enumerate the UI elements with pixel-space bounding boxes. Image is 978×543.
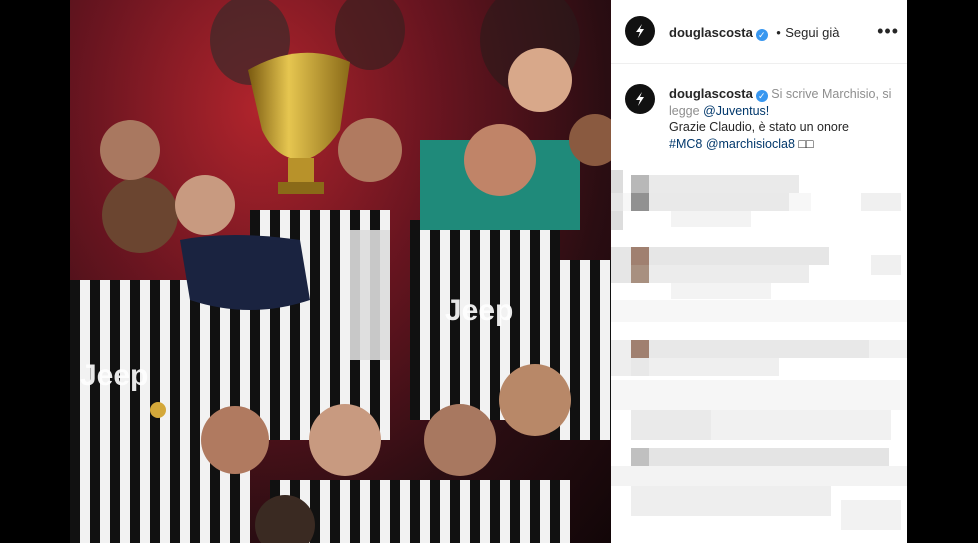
blur-block [631, 175, 649, 193]
lightning-logo-icon [636, 24, 644, 38]
header-username[interactable]: douglascosta [669, 25, 753, 40]
blur-block [649, 247, 829, 265]
blur-block [631, 247, 649, 265]
blur-block [631, 486, 831, 516]
hashtag-mc8[interactable]: #MC8 [669, 137, 702, 151]
blur-block [649, 175, 799, 193]
blur-block [631, 448, 649, 466]
blur-block [671, 283, 771, 299]
blur-block [871, 255, 901, 275]
more-options-icon[interactable]: ••• [877, 22, 899, 40]
mention-marchisio[interactable]: @marchisiocla8 [706, 137, 795, 151]
blur-block [841, 500, 901, 530]
celebration-photo: Jeep Jeep [70, 0, 611, 543]
blur-block [611, 300, 907, 322]
blur-block [631, 358, 649, 376]
header-user-line: douglascosta ✓ • Segui già [669, 24, 839, 42]
blur-block [649, 265, 809, 283]
follow-status-button[interactable]: Segui già [785, 25, 839, 40]
blur-block [861, 193, 901, 211]
blur-block [649, 448, 889, 466]
blur-block [711, 410, 891, 440]
svg-text:Jeep: Jeep [445, 294, 513, 327]
caption-trailing-glyphs: □□ [798, 136, 814, 151]
post-side-panel: douglascosta ✓ • Segui già ••• douglascos… [611, 0, 907, 543]
blur-block [631, 265, 649, 283]
caption-text: douglascosta ✓ Si scrive Marchisio, si le… [669, 86, 901, 152]
header-separator: • [776, 25, 781, 40]
blur-block [649, 340, 869, 358]
caption-username[interactable]: douglascosta [669, 86, 753, 101]
verified-badge-icon: ✓ [755, 90, 768, 102]
blur-block [631, 340, 649, 358]
blur-block [631, 410, 711, 440]
blur-block [611, 466, 907, 486]
blur-block [611, 193, 811, 211]
caption-avatar[interactable] [625, 84, 655, 114]
blur-block [671, 211, 751, 227]
blur-block [611, 247, 631, 283]
post-photo[interactable]: Jeep Jeep [70, 0, 611, 543]
blur-block [649, 358, 779, 376]
svg-text:Jeep: Jeep [80, 359, 148, 392]
blur-block [611, 340, 631, 376]
letterbox-right [907, 0, 978, 543]
lightning-logo-icon [636, 92, 644, 106]
mention-juventus[interactable]: @Juventus! [703, 104, 769, 118]
caption-line2: Grazie Claudio, è stato un onore [669, 120, 849, 134]
profile-avatar[interactable] [625, 16, 655, 46]
blur-block [869, 340, 907, 358]
blur-block [611, 380, 907, 410]
verified-badge-icon: ✓ [755, 29, 768, 41]
post-header: douglascosta ✓ • Segui già ••• [611, 0, 907, 64]
